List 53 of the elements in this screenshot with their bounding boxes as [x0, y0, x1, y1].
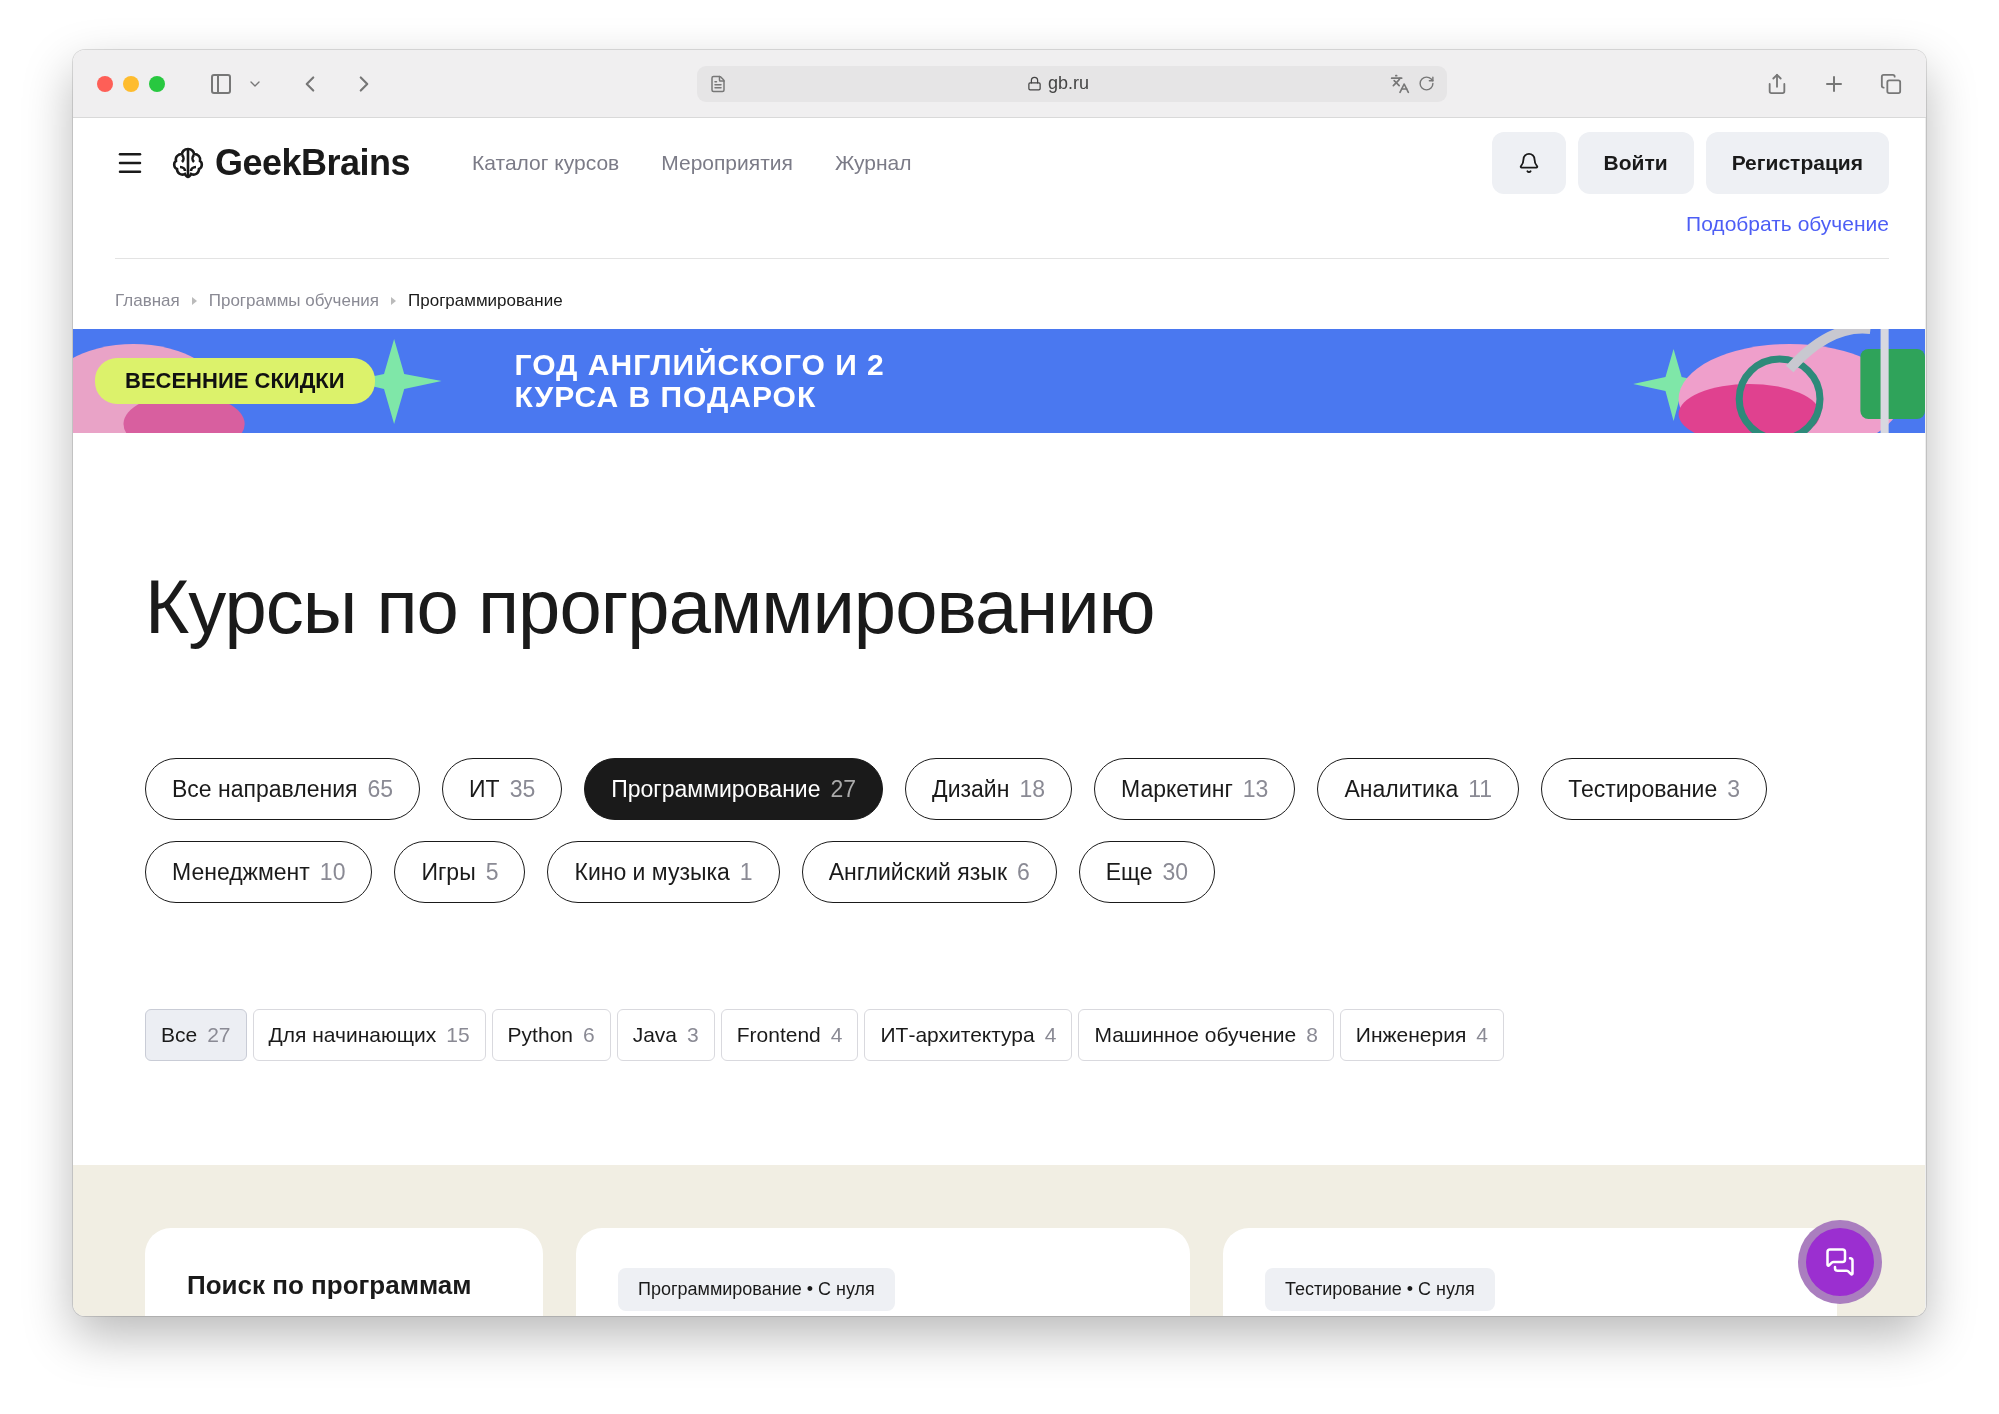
topic-filter[interactable]: Java 3 — [616, 1009, 715, 1061]
course-card[interactable]: Программирование • С нуля — [576, 1228, 1190, 1316]
logo-text[interactable]: GeekBrains — [215, 142, 411, 184]
direction-chip[interactable]: Игры 5 — [394, 841, 526, 903]
sidebar-icon[interactable] — [209, 71, 233, 96]
login-button[interactable]: Войти — [1577, 132, 1694, 194]
direction-chip[interactable]: Все направления 65 — [145, 758, 421, 820]
topic-filter[interactable]: Python 6 — [491, 1009, 611, 1061]
topic-filter[interactable]: Frontend 4 — [720, 1009, 859, 1061]
direction-chip[interactable]: Маркетинг 13 — [1094, 758, 1296, 820]
logo-icon — [171, 146, 205, 180]
topic-filter[interactable]: ИТ-архитектура 4 — [864, 1009, 1073, 1061]
direction-chip[interactable]: Программирование 27 — [584, 758, 884, 820]
close-button[interactable] — [97, 75, 113, 92]
direction-chip[interactable]: Английский язык 6 — [801, 841, 1057, 903]
breadcrumb-arrow-icon — [391, 297, 396, 305]
nav-link[interactable]: Каталог курсов — [472, 151, 620, 175]
reload-icon[interactable] — [1417, 75, 1435, 92]
direction-chip[interactable]: Дизайн 18 — [905, 758, 1072, 820]
topic-filter[interactable]: Машинное обучение 8 — [1078, 1009, 1334, 1061]
direction-chip[interactable]: Тестирование 3 — [1541, 758, 1768, 820]
nav-link[interactable]: Мероприятия — [661, 151, 793, 175]
banner-title: ГОД АНГЛИЙСКОГО И 2 КУРСА В ПОДАРОК — [514, 349, 885, 413]
direction-chip[interactable]: Менеджмент 10 — [145, 841, 373, 903]
course-tag: Тестирование • С нуля — [1265, 1268, 1495, 1311]
card-title: Поиск по программам — [187, 1270, 472, 1300]
direction-chip[interactable]: Кино и музыка 1 — [547, 841, 780, 903]
direction-chip[interactable]: ИТ 35 — [442, 758, 563, 820]
sale-badge: ВЕСЕННИЕ СКИДКИ — [95, 358, 375, 404]
course-card[interactable]: Тестирование • С нуля — [1223, 1228, 1837, 1316]
tabs-icon[interactable] — [1880, 72, 1902, 95]
breadcrumb-link[interactable]: Программы обучения — [208, 291, 379, 311]
page-icon[interactable] — [708, 74, 727, 93]
nav-link[interactable]: Журнал — [834, 151, 912, 175]
lock-icon — [1027, 76, 1042, 91]
address-bar[interactable]: gb.ru — [696, 65, 1447, 102]
topic-filter[interactable]: Инженерия 4 — [1339, 1009, 1504, 1061]
topic-filter[interactable]: Все 27 — [145, 1009, 247, 1061]
breadcrumb-arrow-icon — [191, 297, 197, 305]
direction-chip[interactable]: Еще 30 — [1078, 841, 1216, 903]
course-tag: Программирование • С нуля — [618, 1268, 895, 1311]
direction-chip[interactable]: Аналитика 11 — [1317, 758, 1520, 820]
page-title: Курсы по программированию — [145, 563, 1156, 650]
current-breadcrumb: Программирование — [408, 291, 563, 311]
share-icon[interactable] — [1766, 72, 1788, 95]
register-button[interactable]: Регистрация — [1705, 132, 1889, 194]
url-text: gb.ru — [1048, 73, 1089, 94]
chat-icon — [1825, 1247, 1855, 1277]
translate-icon[interactable] — [1389, 73, 1410, 94]
notifications-button[interactable] — [1491, 132, 1566, 194]
bell-icon — [1517, 152, 1540, 174]
pick-course-link[interactable]: Подобрать обучение — [1686, 212, 1889, 236]
topic-filter[interactable]: Для начинающих 15 — [252, 1009, 486, 1061]
